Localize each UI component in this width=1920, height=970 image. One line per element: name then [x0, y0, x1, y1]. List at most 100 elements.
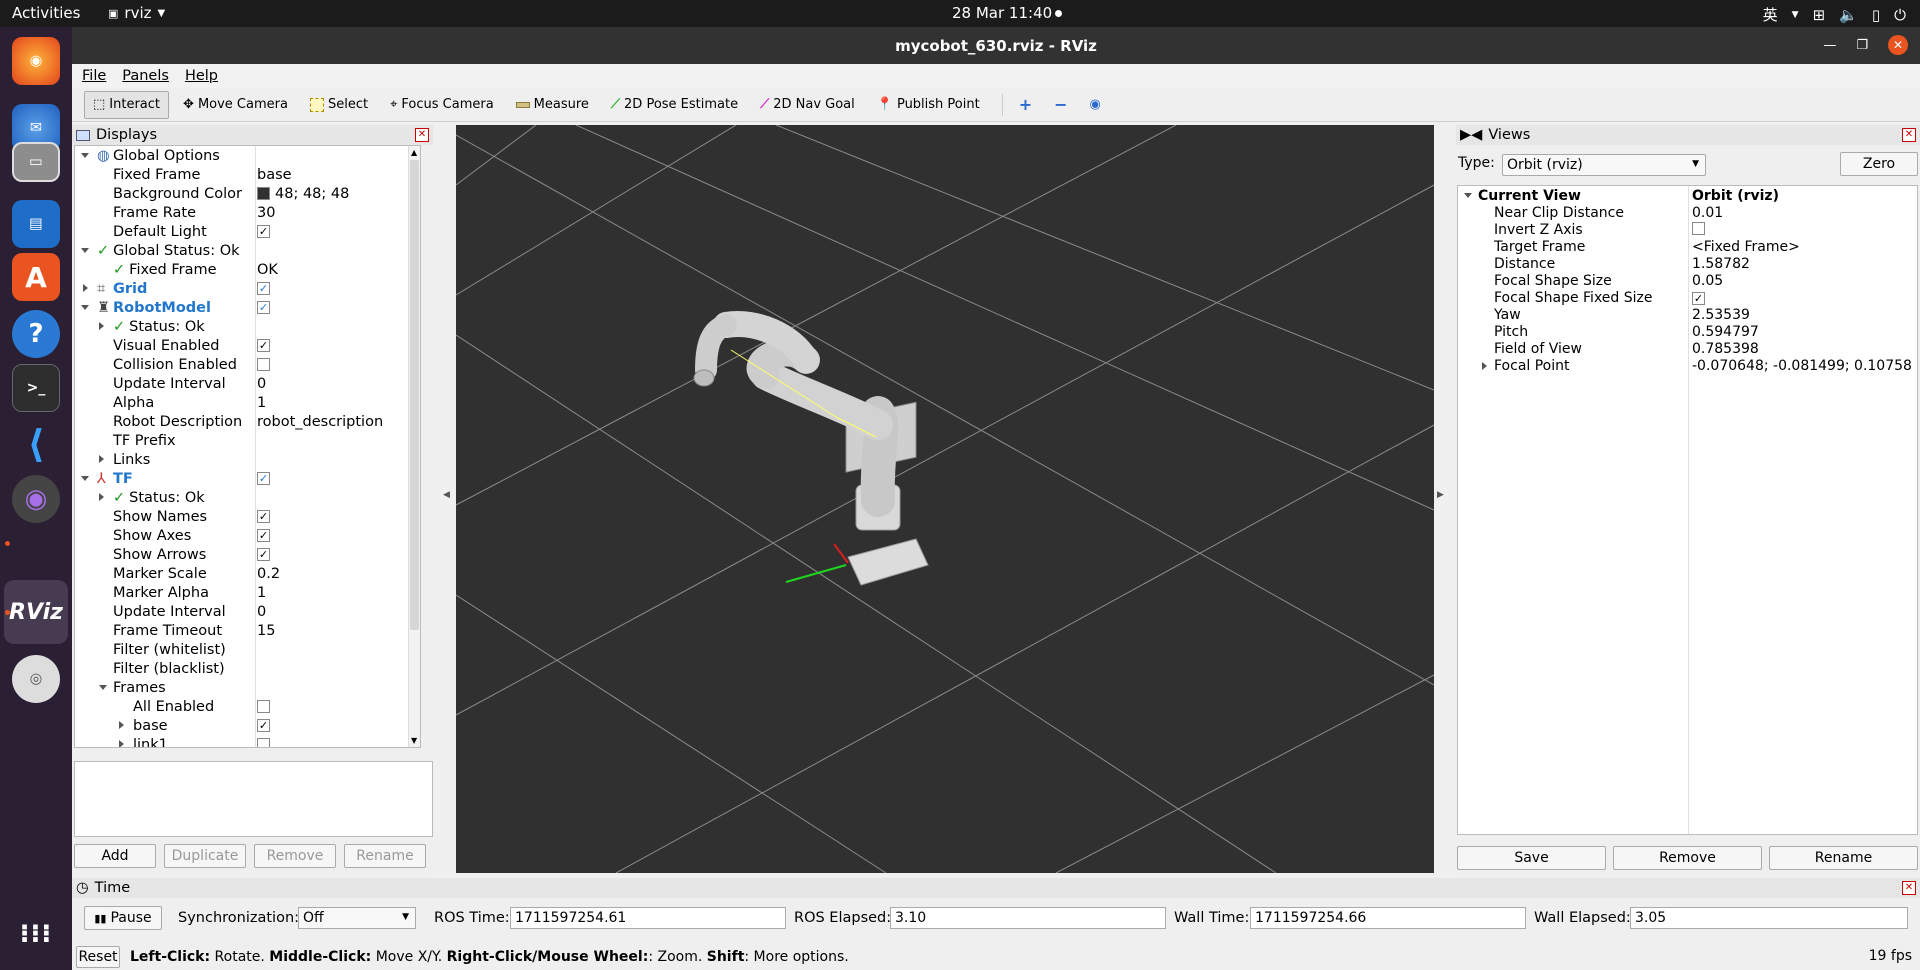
- view-prop-row[interactable]: Invert Z Axis: [1458, 222, 1918, 239]
- tree-row[interactable]: Frame Rate 30: [75, 203, 420, 222]
- row-value[interactable]: 0.785398: [1692, 341, 1759, 357]
- splitter-left-icon[interactable]: ◀: [443, 490, 450, 500]
- checkbox-checked[interactable]: ✓: [257, 529, 270, 542]
- checkbox-checked[interactable]: ✓: [257, 225, 270, 238]
- expand-arrow-icon[interactable]: [99, 685, 107, 690]
- select-tool-button[interactable]: Select: [302, 91, 376, 119]
- collapse-arrow-icon[interactable]: [99, 455, 104, 463]
- save-view-button[interactable]: Save: [1457, 846, 1606, 870]
- tree-row-global-options[interactable]: ◍ Global Options: [75, 146, 420, 165]
- zero-button[interactable]: Zero: [1840, 152, 1918, 176]
- ros-elapsed-field[interactable]: 3.10: [890, 907, 1166, 929]
- tree-row[interactable]: Frames: [75, 678, 420, 697]
- checkbox-checked[interactable]: ✓: [257, 301, 270, 314]
- measure-tool-button[interactable]: Measure: [508, 91, 597, 119]
- collapse-arrow-icon[interactable]: [99, 322, 104, 330]
- tree-row[interactable]: Filter (whitelist): [75, 640, 420, 659]
- expand-arrow-icon[interactable]: [1464, 193, 1472, 198]
- nav-goal-tool-button[interactable]: ⟋ 2D Nav Goal: [752, 91, 863, 119]
- row-value[interactable]: <Fixed Frame>: [1692, 239, 1800, 255]
- reset-button[interactable]: Reset: [76, 946, 120, 968]
- view-prop-row[interactable]: Focal Shape Size 0.05: [1458, 273, 1918, 290]
- checkbox-checked[interactable]: ✓: [257, 510, 270, 523]
- expand-arrow-icon[interactable]: [81, 153, 89, 158]
- tree-row[interactable]: Marker Scale 0.2: [75, 564, 420, 583]
- add-tool-button[interactable]: +: [1011, 91, 1040, 119]
- view-prop-row[interactable]: Focal Shape Fixed Size ✓: [1458, 290, 1918, 307]
- maximize-icon[interactable]: ❐: [1856, 38, 1868, 53]
- tree-row[interactable]: ✓ Status: Ok: [75, 488, 420, 507]
- tree-row[interactable]: Robot Description robot_description: [75, 412, 420, 431]
- checkbox-checked[interactable]: ✓: [1692, 292, 1705, 305]
- row-value[interactable]: 1.58782: [1692, 256, 1750, 272]
- row-value[interactable]: 1: [257, 393, 266, 412]
- checkbox-unchecked[interactable]: [257, 700, 270, 713]
- close-icon[interactable]: ✕: [415, 128, 429, 142]
- menu-file[interactable]: File: [82, 68, 106, 84]
- tree-row[interactable]: Frame Timeout 15: [75, 621, 420, 640]
- tree-row[interactable]: link1: [75, 735, 420, 747]
- add-button[interactable]: Add: [74, 844, 156, 868]
- view-prop-row[interactable]: Near Clip Distance 0.01: [1458, 205, 1918, 222]
- tree-row[interactable]: ✓ Status: Ok: [75, 317, 420, 336]
- tree-row[interactable]: Show Axes ✓: [75, 526, 420, 545]
- scrollbar[interactable]: ▲ ▼: [408, 146, 420, 747]
- row-value[interactable]: 30: [257, 203, 275, 222]
- rename-view-button[interactable]: Rename: [1769, 846, 1918, 870]
- expand-arrow-icon[interactable]: [81, 248, 89, 253]
- minimize-icon[interactable]: —: [1823, 38, 1836, 53]
- tool-properties-button[interactable]: ◉: [1082, 91, 1109, 119]
- view-type-select[interactable]: Orbit (rviz) ▼: [1502, 154, 1706, 176]
- scene-canvas[interactable]: [456, 125, 1434, 873]
- close-icon[interactable]: ✕: [1902, 128, 1916, 142]
- scroll-down-icon[interactable]: ▼: [411, 736, 417, 745]
- app-menu[interactable]: ▣ rviz ▼: [108, 4, 165, 22]
- pause-button[interactable]: ▮▮ Pause: [84, 906, 162, 930]
- checkbox-unchecked[interactable]: [257, 358, 270, 371]
- writer-icon[interactable]: ▤: [12, 200, 60, 248]
- tree-row[interactable]: ✓ Global Status: Ok: [75, 241, 420, 260]
- displays-tree[interactable]: ◍ Global Options Fixed Frame base Backgr…: [74, 145, 421, 748]
- close-icon[interactable]: ✕: [1902, 881, 1916, 895]
- tree-row[interactable]: Visual Enabled ✓: [75, 336, 420, 355]
- expand-arrow-icon[interactable]: [81, 305, 89, 310]
- tree-row[interactable]: Marker Alpha 1: [75, 583, 420, 602]
- files-icon[interactable]: ▭: [12, 142, 60, 182]
- help-icon[interactable]: ?: [12, 310, 60, 358]
- wall-time-field[interactable]: 1711597254.66: [1250, 907, 1526, 929]
- tree-row[interactable]: base ✓: [75, 716, 420, 735]
- tree-row-tf[interactable]: ⅄ TF ✓: [75, 469, 420, 488]
- tree-row[interactable]: Links: [75, 450, 420, 469]
- checkbox-checked[interactable]: ✓: [257, 472, 270, 485]
- dvd-icon[interactable]: ◎: [12, 655, 60, 703]
- pose-estimate-tool-button[interactable]: ⟋ 2D Pose Estimate: [603, 91, 746, 119]
- rviz-icon[interactable]: RViz: [4, 580, 68, 644]
- checkbox-checked[interactable]: ✓: [257, 339, 270, 352]
- tree-row[interactable]: Update Interval 0: [75, 602, 420, 621]
- publish-point-tool-button[interactable]: 📍 Publish Point: [869, 91, 988, 119]
- row-value[interactable]: robot_description: [257, 412, 383, 431]
- splitter-right-icon[interactable]: ▶: [1437, 490, 1444, 500]
- duplicate-button[interactable]: Duplicate: [164, 844, 246, 868]
- row-value[interactable]: 0.05: [1692, 273, 1723, 289]
- ros-time-field[interactable]: 1711597254.61: [510, 907, 786, 929]
- color-value[interactable]: 48; 48; 48: [257, 184, 349, 203]
- remove-tool-button[interactable]: −: [1046, 91, 1075, 119]
- collapse-arrow-icon[interactable]: [83, 284, 88, 292]
- tree-row[interactable]: Default Light ✓: [75, 222, 420, 241]
- view-prop-row[interactable]: Target Frame <Fixed Frame>: [1458, 239, 1918, 256]
- tree-row[interactable]: TF Prefix: [75, 431, 420, 450]
- scroll-up-icon[interactable]: ▲: [411, 148, 417, 157]
- remove-button[interactable]: Remove: [254, 844, 336, 868]
- wall-elapsed-field[interactable]: 3.05: [1630, 907, 1908, 929]
- checkbox-checked[interactable]: ✓: [257, 282, 270, 295]
- tree-row[interactable]: Collision Enabled: [75, 355, 420, 374]
- expand-arrow-icon[interactable]: [81, 476, 89, 481]
- focus-camera-tool-button[interactable]: ⌖ Focus Camera: [382, 91, 502, 119]
- row-value[interactable]: 15: [257, 621, 275, 640]
- row-value[interactable]: 1: [257, 583, 266, 602]
- view-prop-row[interactable]: Yaw 2.53539: [1458, 307, 1918, 324]
- collapse-arrow-icon[interactable]: [119, 740, 124, 747]
- software-icon[interactable]: A: [12, 253, 60, 301]
- collapse-arrow-icon[interactable]: [119, 721, 124, 729]
